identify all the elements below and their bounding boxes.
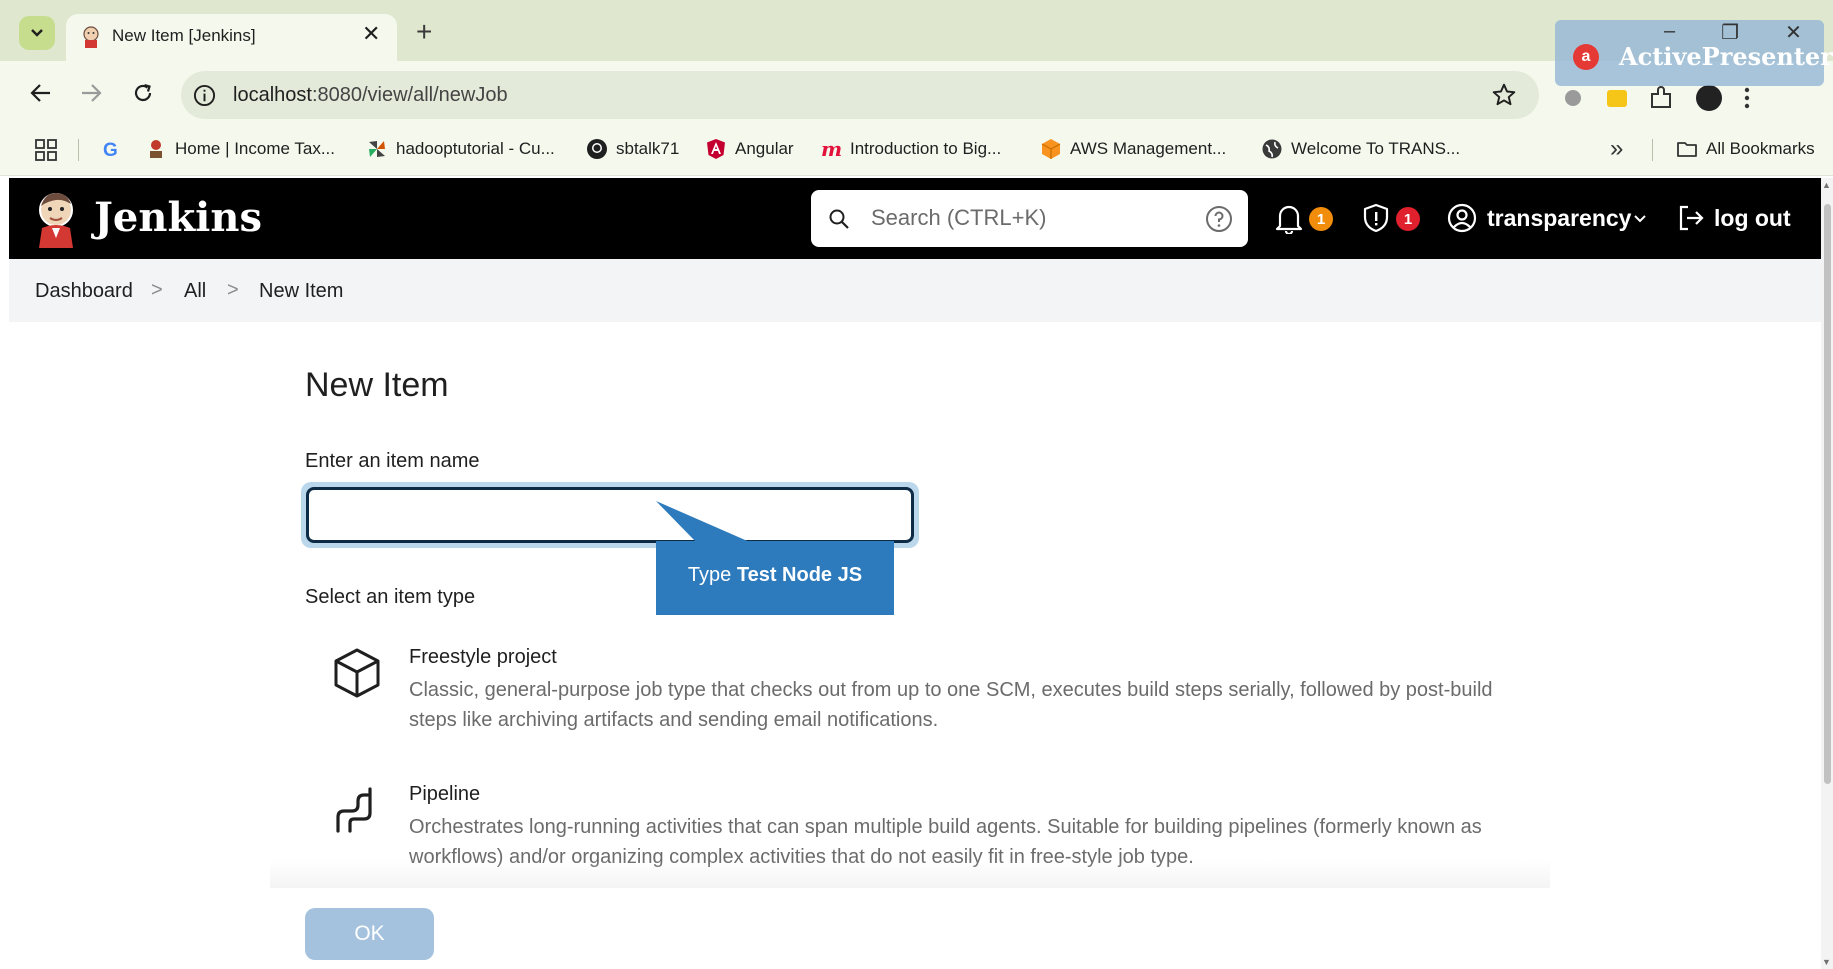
svg-text:G: G bbox=[103, 140, 118, 160]
site-info-icon[interactable] bbox=[193, 84, 216, 107]
cube-icon bbox=[334, 648, 380, 698]
callout-text: Type Test Node JS bbox=[687, 564, 863, 586]
scroll-up-arrow-icon[interactable]: ▲ bbox=[1822, 180, 1831, 190]
chevron-down-icon bbox=[31, 29, 43, 37]
tab-close-icon[interactable]: ✕ bbox=[362, 23, 380, 45]
help-icon[interactable] bbox=[1205, 205, 1233, 233]
jenkins-header: Jenkins 1 1 transparency log out bbox=[9, 178, 1821, 259]
browser-tab-active[interactable]: New Item [Jenkins] ✕ bbox=[66, 14, 397, 61]
bookmarks-bar: G Home | Income Tax... hadooptutorial - … bbox=[0, 126, 1833, 176]
user-avatar-icon[interactable] bbox=[1447, 203, 1477, 233]
github-icon bbox=[587, 139, 607, 159]
item-type-name: Pipeline bbox=[409, 783, 481, 805]
more-bookmarks-button[interactable]: » bbox=[1610, 135, 1623, 163]
pinwheel-icon bbox=[369, 141, 385, 157]
address-bar[interactable]: localhost:8080/view/all/newJob bbox=[181, 71, 1539, 119]
reload-icon bbox=[134, 83, 152, 102]
google-icon: G bbox=[103, 140, 118, 160]
jenkins-logo-icon[interactable] bbox=[33, 190, 79, 248]
bookmark-star-icon[interactable] bbox=[1491, 82, 1517, 108]
jenkins-search-box[interactable] bbox=[811, 190, 1248, 247]
apps-grid-icon[interactable] bbox=[35, 139, 57, 161]
item-name-focus-ring bbox=[301, 482, 919, 548]
bookmark-introduction-big[interactable]: m Introduction to Big... bbox=[820, 136, 1001, 162]
income-tax-icon bbox=[150, 140, 162, 158]
tab-title: New Item [Jenkins] bbox=[112, 26, 256, 45]
user-menu-chevron-icon[interactable] bbox=[1631, 209, 1649, 227]
bookmark-income-tax[interactable]: Home | Income Tax... bbox=[145, 136, 335, 162]
jenkins-brand[interactable]: Jenkins bbox=[94, 194, 262, 241]
bottom-bar-shadow bbox=[270, 860, 1550, 890]
restore-button[interactable]: ❐ bbox=[1721, 20, 1739, 45]
svg-text:m: m bbox=[821, 138, 842, 160]
security-shield-icon[interactable] bbox=[1360, 202, 1392, 234]
search-icon bbox=[829, 209, 849, 229]
new-tab-button[interactable]: + bbox=[416, 18, 432, 46]
breadcrumb: Dashboard > All > New Item bbox=[9, 259, 1821, 322]
breadcrumb-all[interactable]: All bbox=[184, 280, 206, 303]
username-link[interactable]: transparency bbox=[1487, 205, 1631, 232]
item-type-freestyle[interactable]: Freestyle project Classic, general-purpo… bbox=[305, 646, 1505, 746]
extensions-puzzle-icon[interactable] bbox=[1648, 85, 1676, 111]
activepresenter-logo-icon: a bbox=[1573, 44, 1599, 70]
back-button[interactable] bbox=[27, 79, 55, 107]
folder-icon bbox=[1677, 142, 1697, 157]
extension-icons bbox=[1560, 83, 1752, 113]
notifications-badge: 1 bbox=[1309, 207, 1333, 231]
item-name-label: Enter an item name bbox=[305, 450, 480, 472]
extension-yellow-icon[interactable] bbox=[1604, 85, 1630, 111]
security-badge: 1 bbox=[1396, 207, 1420, 231]
bookmark-separator bbox=[1652, 139, 1653, 161]
bookmark-angular[interactable]: Angular bbox=[705, 136, 794, 162]
minimize-button[interactable]: – bbox=[1664, 20, 1675, 45]
breadcrumb-new-item: New Item bbox=[259, 280, 344, 302]
reload-button[interactable] bbox=[129, 79, 157, 107]
item-type-label: Select an item type bbox=[305, 586, 476, 608]
bookmark-google[interactable]: G bbox=[100, 136, 122, 162]
forward-button[interactable] bbox=[77, 79, 105, 107]
pipeline-icon bbox=[336, 787, 372, 833]
item-type-description: Classic, general-purpose job type that c… bbox=[409, 679, 1493, 731]
back-arrow-icon bbox=[30, 84, 50, 102]
m-logo-icon: m bbox=[821, 138, 842, 160]
bookmark-github[interactable]: sbtalk71 bbox=[586, 136, 679, 162]
profile-avatar-icon[interactable] bbox=[1694, 83, 1724, 113]
bookmark-hadooptutorial[interactable]: hadooptutorial - Cu... bbox=[366, 136, 555, 162]
globe-icon bbox=[1262, 139, 1282, 159]
callout-pointer bbox=[656, 501, 752, 543]
bottom-action-bar: OK bbox=[9, 888, 1821, 969]
aws-cube-icon bbox=[1041, 139, 1061, 159]
breadcrumb-separator: > bbox=[151, 279, 163, 301]
ok-button[interactable]: OK bbox=[305, 908, 434, 960]
notifications-bell-icon[interactable] bbox=[1274, 202, 1304, 234]
scroll-down-arrow-icon[interactable]: ▼ bbox=[1822, 957, 1831, 967]
angular-icon bbox=[707, 139, 725, 159]
breadcrumb-separator: > bbox=[227, 279, 239, 301]
tab-search-button[interactable] bbox=[19, 16, 55, 50]
all-bookmarks-button[interactable]: All Bookmarks bbox=[1676, 136, 1815, 162]
bookmark-separator bbox=[78, 139, 79, 161]
forward-arrow-icon bbox=[82, 84, 102, 102]
page-title: New Item bbox=[305, 366, 449, 404]
logout-icon[interactable] bbox=[1675, 202, 1707, 234]
item-type-name: Freestyle project bbox=[409, 646, 557, 668]
close-window-button[interactable]: ✕ bbox=[1785, 20, 1802, 45]
url-text[interactable]: localhost:8080/view/all/newJob bbox=[233, 84, 508, 107]
bookmark-aws[interactable]: AWS Management... bbox=[1040, 136, 1226, 162]
bookmark-welcome-trans[interactable]: Welcome To TRANS... bbox=[1261, 136, 1460, 162]
breadcrumb-dashboard[interactable]: Dashboard bbox=[35, 280, 133, 303]
extension-puzzle-gray-icon[interactable] bbox=[1560, 85, 1586, 111]
item-name-input[interactable] bbox=[306, 487, 914, 543]
instruction-callout: Type Test Node JS bbox=[656, 541, 894, 615]
page-scrollbar[interactable]: ▲ ▼ bbox=[1821, 178, 1833, 969]
browser-menu-icon[interactable] bbox=[1742, 85, 1752, 111]
logout-link[interactable]: log out bbox=[1714, 205, 1791, 232]
search-input[interactable] bbox=[871, 204, 1171, 232]
scroll-thumb[interactable] bbox=[1824, 204, 1831, 784]
activepresenter-title: ActivePresenter bbox=[1619, 42, 1833, 71]
window-controls: – ❐ ✕ bbox=[1664, 20, 1802, 45]
callout-emphasis: Test Node JS bbox=[736, 564, 863, 586]
jenkins-favicon-icon bbox=[83, 26, 99, 48]
